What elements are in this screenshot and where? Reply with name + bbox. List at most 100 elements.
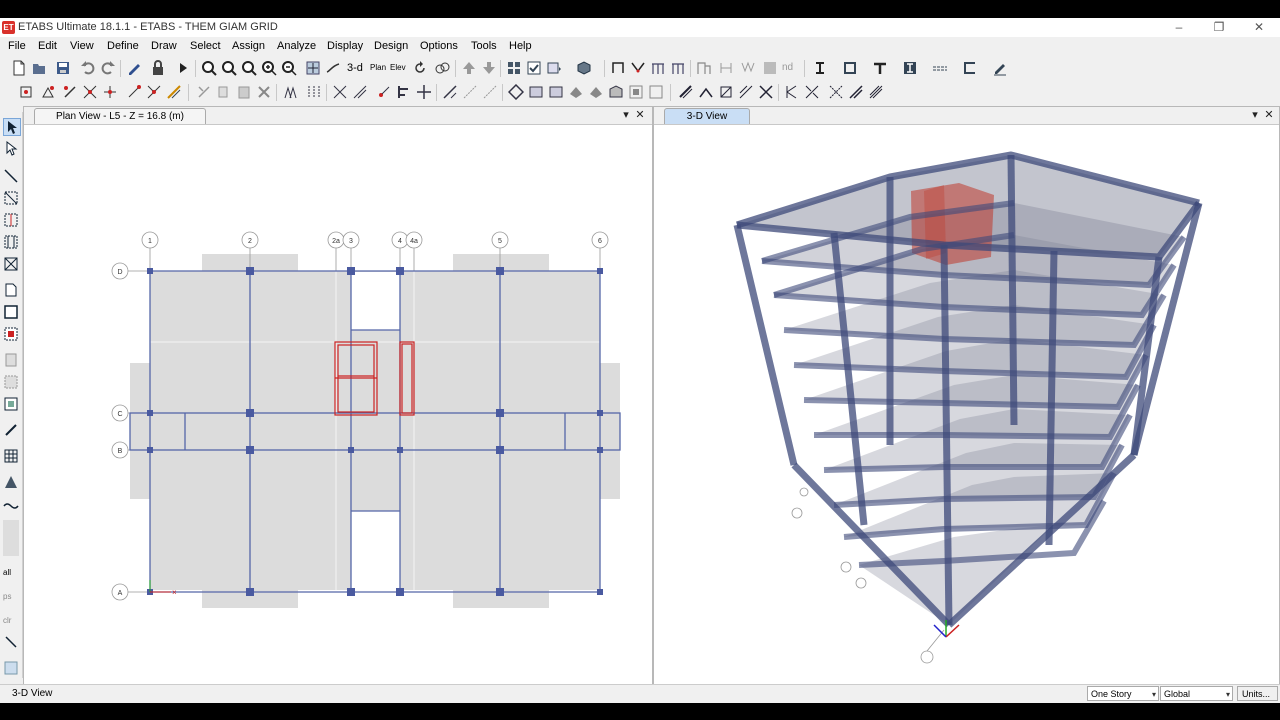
select-beams-icon[interactable] (528, 84, 544, 100)
paste-icon[interactable] (236, 84, 252, 100)
draw-grid-tool-icon[interactable] (3, 234, 19, 250)
units-button[interactable]: Units... (1237, 686, 1278, 701)
measure-icon[interactable] (3, 660, 19, 676)
move-up-icon[interactable] (461, 60, 477, 76)
select-none-icon[interactable] (648, 84, 664, 100)
draw-column-tool-icon[interactable] (3, 212, 19, 228)
rotate-icon[interactable] (325, 60, 341, 76)
cut-icon[interactable] (196, 84, 212, 100)
display-options-icon[interactable] (546, 60, 562, 76)
draw-brace-icon[interactable] (630, 60, 646, 76)
section-pen-icon[interactable] (992, 60, 1008, 76)
run-analysis-icon[interactable] (175, 60, 191, 76)
select-slabs-icon[interactable] (588, 84, 604, 100)
menu-view[interactable]: View (70, 40, 94, 52)
menu-assign[interactable]: Assign (232, 40, 265, 52)
trim-icon[interactable] (462, 84, 478, 100)
quick-wall-icon[interactable] (3, 374, 19, 390)
move-icon[interactable] (416, 84, 432, 100)
join-frames-icon[interactable] (352, 84, 368, 100)
draw-joint-icon[interactable] (3, 168, 19, 184)
tab-3d-view[interactable]: 3-D View (664, 108, 750, 124)
section-i-icon[interactable] (812, 60, 828, 76)
extend-icon[interactable] (442, 84, 458, 100)
plan-view-dropdown-icon[interactable]: ▾ (619, 107, 633, 124)
3d-view-dropdown-icon[interactable]: ▾ (1248, 107, 1262, 124)
menu-edit[interactable]: Edit (38, 40, 57, 52)
menu-options[interactable]: Options (420, 40, 458, 52)
quick-area-icon[interactable] (3, 326, 19, 342)
node-label-button[interactable]: nd (782, 60, 798, 76)
move-down-icon[interactable] (481, 60, 497, 76)
section-t-icon[interactable] (872, 60, 888, 76)
assign-releases-icon[interactable] (82, 84, 98, 100)
edit-grid-icon[interactable] (306, 84, 322, 100)
menu-display[interactable]: Display (327, 40, 363, 52)
draw-links-icon[interactable] (784, 84, 800, 100)
clear-selection-button[interactable]: clr (3, 610, 19, 632)
object-shrink-icon[interactable] (506, 60, 522, 76)
previous-selection-button[interactable]: ps (3, 586, 19, 608)
draw-beam-icon[interactable] (650, 60, 666, 76)
draw-slabs-icon[interactable] (804, 84, 820, 100)
select-openings-icon[interactable] (608, 84, 624, 100)
assign-load-icon[interactable] (166, 84, 182, 100)
close-icon[interactable]: ✕ (1239, 18, 1279, 37)
draw-openings-icon[interactable] (848, 84, 864, 100)
open-icon[interactable] (31, 60, 47, 76)
draw-link-tool-icon[interactable] (3, 422, 19, 438)
edit-pen-icon[interactable] (126, 60, 142, 76)
copy-icon[interactable] (216, 84, 232, 100)
plan-view-close-icon[interactable]: ✕ (633, 107, 647, 124)
draw-braces-icon[interactable] (718, 84, 734, 100)
select-all-icon[interactable] (628, 84, 644, 100)
assign-shell-icon[interactable] (102, 84, 118, 100)
draw-walls-icon[interactable] (758, 84, 774, 100)
redo-icon[interactable] (100, 60, 116, 76)
perspective-icon[interactable] (434, 60, 450, 76)
merge-joints-icon[interactable] (376, 84, 392, 100)
assign-frame-icon[interactable] (62, 84, 78, 100)
zoom-in-icon[interactable] (261, 60, 277, 76)
align-icon[interactable] (396, 84, 412, 100)
select-all-button[interactable]: all (3, 562, 19, 584)
draw-opening-tool-icon[interactable] (3, 396, 19, 412)
zoom-restore-icon[interactable] (221, 60, 237, 76)
draw-beams-icon[interactable] (678, 84, 694, 100)
draw-frame-icon[interactable] (610, 60, 626, 76)
elevation-view-button[interactable]: Elev (390, 60, 406, 76)
draw-area-icon[interactable] (762, 60, 778, 76)
lock-icon[interactable] (150, 60, 166, 76)
select-columns-icon[interactable] (548, 84, 564, 100)
menu-select[interactable]: Select (190, 40, 221, 52)
zoom-out-icon[interactable] (281, 60, 297, 76)
story-select[interactable]: One Story ▾ (1087, 686, 1159, 701)
set-display-icon[interactable] (526, 60, 542, 76)
draw-brace-tool-icon[interactable] (3, 256, 19, 272)
draw-wave-icon[interactable] (3, 498, 19, 514)
tab-plan-view[interactable]: Plan View - L5 - Z = 16.8 (m) (34, 108, 206, 124)
zoom-full-icon[interactable] (241, 60, 257, 76)
divide-frames-icon[interactable] (332, 84, 348, 100)
plan-view-button[interactable]: Plan (370, 60, 386, 76)
plan-view-canvas[interactable]: 1 2 2a 3 4 4a 5 6 D C B A × (24, 125, 652, 685)
assign-tendon-icon[interactable] (146, 84, 162, 100)
3d-view-close-icon[interactable]: ✕ (1262, 107, 1276, 124)
draw-frame-tool-icon[interactable] (3, 190, 19, 206)
new-model-icon[interactable] (11, 60, 27, 76)
section-dash-icon[interactable] (932, 60, 948, 76)
draw-tendon-icon[interactable] (3, 474, 19, 490)
draw-dimension-icon[interactable] (868, 84, 884, 100)
select-walls-icon[interactable] (568, 84, 584, 100)
draw-columns-icon[interactable] (698, 84, 714, 100)
menu-define[interactable]: Define (107, 40, 139, 52)
select-area-icon[interactable] (508, 84, 524, 100)
restore-icon[interactable]: ❐ (1199, 18, 1239, 37)
delete-icon[interactable] (256, 84, 272, 100)
assign-restraint-icon[interactable] (40, 84, 56, 100)
menu-tools[interactable]: Tools (471, 40, 497, 52)
undo-icon[interactable] (80, 60, 96, 76)
section-box-icon[interactable] (842, 60, 858, 76)
3d-view-canvas[interactable] (654, 125, 1279, 685)
rotate-view-icon[interactable] (412, 60, 428, 76)
